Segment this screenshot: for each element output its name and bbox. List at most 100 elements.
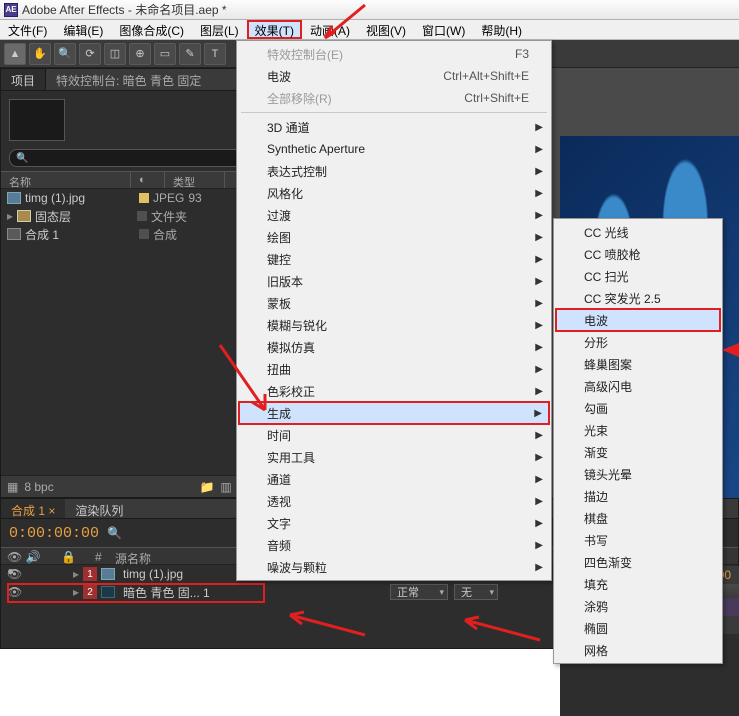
project-item[interactable]: ▸ 固态层 文件夹 xyxy=(1,207,259,225)
submenu-advanced-lightning[interactable]: 高级闪电 xyxy=(556,375,720,397)
new-folder-icon[interactable]: 📁 xyxy=(199,480,214,494)
project-thumbnail xyxy=(9,99,65,141)
folder-arrow-icon: ▸ xyxy=(7,209,13,223)
menu-item-3d-channel[interactable]: 3D 通道▶ xyxy=(239,116,549,138)
submenu-fractal[interactable]: 分形 xyxy=(556,331,720,353)
menu-item-obsolete[interactable]: 旧版本▶ xyxy=(239,270,549,292)
tool-pen[interactable]: ✎ xyxy=(179,43,201,65)
submenu-lens-flare[interactable]: 镜头光晕 xyxy=(556,463,720,485)
menu-item-stylize[interactable]: 风格化▶ xyxy=(239,182,549,204)
menu-item-channel[interactable]: 通道▶ xyxy=(239,468,549,490)
submenu-gradient-ramp[interactable]: 渐变 xyxy=(556,441,720,463)
project-item[interactable]: 合成 1 合成 xyxy=(1,225,259,243)
tool-selection[interactable]: ▲ xyxy=(4,43,26,65)
submenu-cc-light-burst[interactable]: CC 突发光 2.5 xyxy=(556,287,720,309)
menu-composition[interactable]: 图像合成(C) xyxy=(111,20,192,39)
submenu-scribble[interactable]: 涂鸦 xyxy=(556,595,720,617)
submenu-arrow-icon: ▶ xyxy=(535,298,543,309)
timecode[interactable]: 0:00:00:00 xyxy=(9,525,99,542)
menu-item-audio[interactable]: 音频▶ xyxy=(239,534,549,556)
submenu-arrow-icon: ▶ xyxy=(535,342,543,353)
tab-render-queue[interactable]: 渲染队列 xyxy=(65,499,133,518)
project-item[interactable]: timg (1).jpg JPEG 93 xyxy=(1,189,259,207)
effects-menu: 特效控制台(E)F3 电波Ctrl+Alt+Shift+E 全部移除(R)Ctr… xyxy=(236,40,552,581)
submenu-4-color-gradient[interactable]: 四色渐变 xyxy=(556,551,720,573)
new-item-icon[interactable]: ▥ xyxy=(220,480,231,494)
menu-item-effect-controls[interactable]: 特效控制台(E)F3 xyxy=(239,43,549,65)
submenu-ellipse[interactable]: 椭圆 xyxy=(556,617,720,639)
tool-rect[interactable]: ▭ xyxy=(154,43,176,65)
submenu-vegas[interactable]: 勾画 xyxy=(556,397,720,419)
menu-item-simulation[interactable]: 模拟仿真▶ xyxy=(239,336,549,358)
submenu-beam[interactable]: 光束 xyxy=(556,419,720,441)
solid-icon xyxy=(101,586,115,598)
tool-zoom[interactable]: 🔍 xyxy=(54,43,76,65)
submenu-radio-waves[interactable]: 电波 xyxy=(556,309,720,331)
menu-item-distort[interactable]: 扭曲▶ xyxy=(239,358,549,380)
menu-item-noise-grain[interactable]: 噪波与颗粒▶ xyxy=(239,556,549,578)
submenu-arrow-icon: ▶ xyxy=(535,562,543,573)
menu-item-last-effect[interactable]: 电波Ctrl+Alt+Shift+E xyxy=(239,65,549,87)
menu-item-synthetic-aperture[interactable]: Synthetic Aperture▶ xyxy=(239,138,549,160)
menu-layer[interactable]: 图层(L) xyxy=(192,20,247,39)
twirl-icon[interactable]: ▸ xyxy=(73,567,79,581)
menu-item-color-correction[interactable]: 色彩校正▶ xyxy=(239,380,549,402)
eye-icon[interactable]: 👁 xyxy=(7,585,21,599)
eye-icon[interactable]: 👁 xyxy=(7,567,21,581)
menu-item-paint[interactable]: 绘图▶ xyxy=(239,226,549,248)
submenu-write-on[interactable]: 书写 xyxy=(556,529,720,551)
submenu-cc-glue-gun[interactable]: CC 喷胶枪 xyxy=(556,243,720,265)
tab-effect-controls[interactable]: 特效控制台: 暗色 青色 固定 xyxy=(46,69,211,90)
menu-window[interactable]: 窗口(W) xyxy=(414,20,473,39)
tab-project[interactable]: 项目 xyxy=(1,69,46,90)
color-swatch xyxy=(137,211,147,221)
new-comp-icon[interactable]: ▦ xyxy=(7,480,18,494)
col-swatch-icon[interactable]: ◐ xyxy=(131,172,165,188)
project-tabs: 项目 特效控制台: 暗色 青色 固定 xyxy=(1,69,259,91)
submenu-checkerboard[interactable]: 棋盘 xyxy=(556,507,720,529)
menu-item-keying[interactable]: 键控▶ xyxy=(239,248,549,270)
submenu-cc-light-rays[interactable]: CC 光线 xyxy=(556,221,720,243)
twirl-icon[interactable]: ▸ xyxy=(73,585,79,599)
blend-mode-select[interactable]: 正常 xyxy=(390,584,448,600)
menu-effect[interactable]: 效果(T) xyxy=(247,20,302,39)
col-type[interactable]: 类型 xyxy=(165,172,225,188)
menu-item-utility[interactable]: 实用工具▶ xyxy=(239,446,549,468)
col-source-name[interactable]: 源名称 xyxy=(109,548,157,564)
menu-item-blur-sharpen[interactable]: 模糊与锐化▶ xyxy=(239,314,549,336)
track-matte-select[interactable]: 无 xyxy=(454,584,498,600)
submenu-cc-light-sweep[interactable]: CC 扫光 xyxy=(556,265,720,287)
tool-anchor[interactable]: ⊕ xyxy=(129,43,151,65)
layer-number: 1 xyxy=(83,567,97,581)
submenu-cell-pattern[interactable]: 蜂巢图案 xyxy=(556,353,720,375)
tool-hand[interactable]: ✋ xyxy=(29,43,51,65)
menu-item-transition[interactable]: 过渡▶ xyxy=(239,204,549,226)
tool-text[interactable]: T xyxy=(204,43,226,65)
folder-icon xyxy=(17,210,31,222)
menu-item-remove-all[interactable]: 全部移除(R)Ctrl+Shift+E xyxy=(239,87,549,109)
menu-item-text[interactable]: 文字▶ xyxy=(239,512,549,534)
menu-item-generate[interactable]: 生成▶ xyxy=(239,402,549,424)
generate-submenu: CC 光线 CC 喷胶枪 CC 扫光 CC 突发光 2.5 电波 分形 蜂巢图案… xyxy=(553,218,723,664)
project-search[interactable]: 🔍 xyxy=(9,149,251,167)
submenu-arrow-icon: ▶ xyxy=(535,122,543,133)
bpc-button[interactable]: 8 bpc xyxy=(24,480,53,494)
menu-item-matte[interactable]: 蒙板▶ xyxy=(239,292,549,314)
submenu-grid[interactable]: 网格 xyxy=(556,639,720,661)
submenu-fill[interactable]: 填充 xyxy=(556,573,720,595)
col-num: # xyxy=(89,548,109,564)
tab-composition[interactable]: 合成 1 × xyxy=(1,499,65,518)
item-name: timg (1).jpg xyxy=(25,191,135,205)
menu-item-time[interactable]: 时间▶ xyxy=(239,424,549,446)
item-size: 93 xyxy=(188,191,201,205)
tool-rotate[interactable]: ⟳ xyxy=(79,43,101,65)
col-name[interactable]: 名称 xyxy=(1,172,131,188)
menu-item-expression-controls[interactable]: 表达式控制▶ xyxy=(239,160,549,182)
menu-help[interactable]: 帮助(H) xyxy=(473,20,530,39)
tool-camera[interactable]: ◫ xyxy=(104,43,126,65)
search-icon[interactable]: 🔍 xyxy=(107,526,122,540)
menu-item-perspective[interactable]: 透视▶ xyxy=(239,490,549,512)
submenu-stroke[interactable]: 描边 xyxy=(556,485,720,507)
menu-edit[interactable]: 编辑(E) xyxy=(55,20,111,39)
menu-file[interactable]: 文件(F) xyxy=(0,20,55,39)
